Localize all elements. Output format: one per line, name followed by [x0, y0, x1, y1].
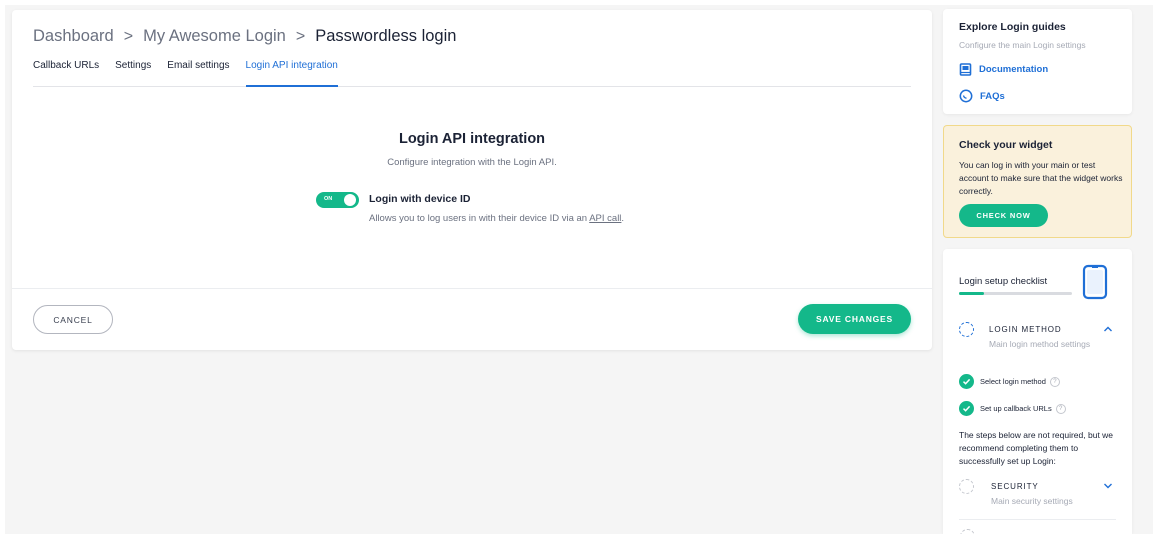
- guides-subtitle: Configure the main Login settings: [959, 40, 1086, 50]
- api-call-link[interactable]: API call: [589, 213, 621, 224]
- feature-description: Allows you to log users in with their de…: [369, 211, 629, 227]
- login-method-subtitle: Main login method settings: [989, 339, 1091, 349]
- tab-callback-urls[interactable]: Callback URLs: [33, 60, 99, 87]
- documentation-label: Documentation: [979, 64, 1049, 75]
- tab-login-api-integration[interactable]: Login API integration: [245, 60, 338, 87]
- checklist-progress-fill: [959, 292, 984, 295]
- task-label: Set up callback URLs: [980, 404, 1052, 413]
- chat-bubble-icon: [959, 89, 973, 103]
- feature-description-end: .: [621, 213, 625, 224]
- help-icon[interactable]: ?: [1055, 403, 1066, 414]
- phone-device-icon: [1082, 264, 1108, 300]
- security-subtitle: Main security settings: [991, 496, 1073, 506]
- tab-settings[interactable]: Settings: [115, 60, 151, 87]
- faqs-link[interactable]: FAQs: [959, 89, 1005, 103]
- breadcrumb-dashboard[interactable]: Dashboard: [33, 27, 114, 46]
- toggle-state-label: ON: [324, 196, 333, 202]
- task-set-up-callback-urls[interactable]: Set up callback URLs ?: [959, 401, 1066, 416]
- save-changes-button[interactable]: SAVE CHANGES: [798, 304, 911, 334]
- main-settings-card: Dashboard > My Awesome Login > Passwordl…: [12, 10, 932, 350]
- security-heading[interactable]: SECURITY: [991, 482, 1039, 491]
- breadcrumb: Dashboard > My Awesome Login > Passwordl…: [33, 27, 456, 46]
- check-now-button[interactable]: CHECK NOW: [959, 204, 1048, 227]
- checklist-divider: [959, 519, 1116, 520]
- help-icon[interactable]: ?: [1049, 376, 1060, 387]
- security-status-icon: [959, 479, 974, 494]
- checklist-title: Login setup checklist: [959, 276, 1048, 287]
- check-icon: [959, 401, 974, 416]
- chevron-up-icon[interactable]: [1103, 325, 1113, 333]
- footer-divider: [12, 288, 932, 289]
- login-method-status-icon: [959, 322, 974, 337]
- documentation-link[interactable]: Documentation: [959, 63, 1048, 76]
- task-label: Select login method: [980, 377, 1046, 386]
- toggle-knob: [344, 194, 356, 206]
- setup-checklist-card: Login setup checklist LOGIN METHOD Main …: [943, 249, 1132, 534]
- widget-title: Check your widget: [959, 139, 1053, 151]
- page-edge-left: [0, 0, 5, 534]
- cancel-button[interactable]: CANCEL: [33, 305, 113, 334]
- book-icon: [959, 63, 972, 76]
- login-method-heading[interactable]: LOGIN METHOD: [989, 325, 1062, 334]
- recommend-text: The steps below are not required, but we…: [959, 430, 1114, 466]
- feature-description-text: Allows you to log users in with their de…: [369, 213, 590, 224]
- task-select-login-method[interactable]: Select login method ?: [959, 374, 1060, 389]
- section-title: Login API integration: [398, 131, 546, 147]
- breadcrumb-current: Passwordless login: [315, 27, 457, 45]
- feature-title: Login with device ID: [369, 193, 471, 205]
- check-icon: [959, 374, 974, 389]
- page-edge-top: [0, 0, 1153, 5]
- device-id-toggle[interactable]: ON: [316, 192, 359, 208]
- breadcrumb-separator: >: [123, 27, 134, 45]
- tab-email-settings[interactable]: Email settings: [167, 60, 229, 87]
- check-widget-card: Check your widget You can log in with yo…: [943, 125, 1132, 238]
- section-subtitle: Configure integration with the Login API…: [387, 157, 557, 168]
- guides-card: Explore Login guides Configure the main …: [943, 9, 1132, 114]
- tab-bar: Callback URLs Settings Email settings Lo…: [33, 60, 911, 87]
- breadcrumb-app[interactable]: My Awesome Login: [143, 27, 286, 46]
- faqs-label: FAQs: [980, 90, 1005, 102]
- widget-description: You can log in with your main or test ac…: [959, 160, 1123, 196]
- next-step-status-icon: [960, 529, 975, 534]
- breadcrumb-separator: >: [295, 27, 306, 45]
- chevron-down-icon[interactable]: [1103, 482, 1113, 490]
- guides-title: Explore Login guides: [959, 21, 1066, 33]
- checklist-progress-bar: [959, 292, 1072, 295]
